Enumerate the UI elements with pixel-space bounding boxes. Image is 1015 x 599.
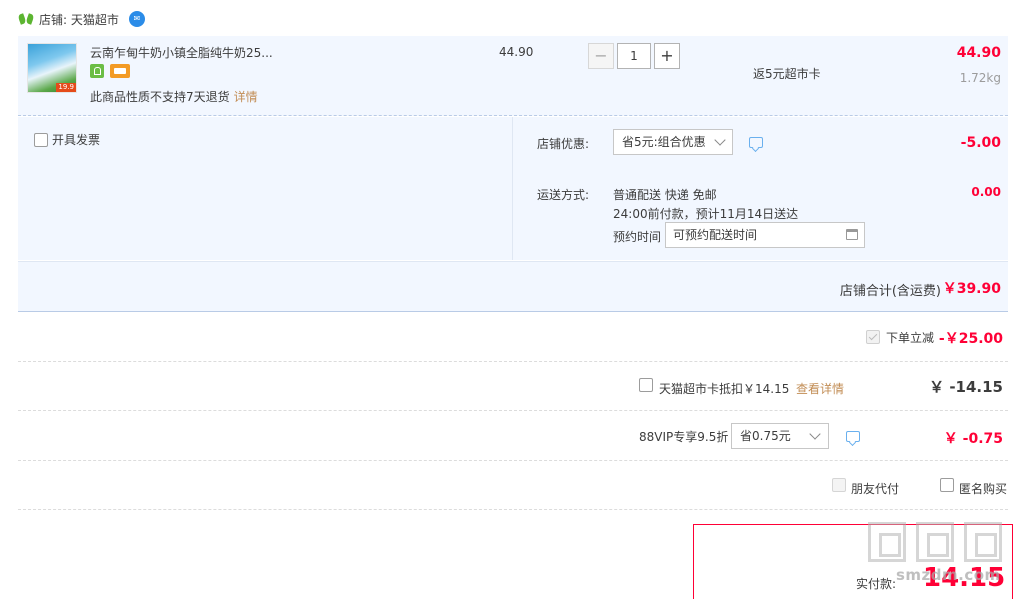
- wangwang-chat-icon[interactable]: ✉: [128, 11, 145, 27]
- row-divider: [18, 410, 1008, 411]
- thumb-price-tag: 19.9: [56, 83, 76, 92]
- shipping-method-text: 普通配送 快递 免邮: [613, 188, 717, 202]
- watermark-glyph: [964, 522, 1002, 562]
- watermark-text: smzdm.com: [896, 566, 1001, 584]
- store-discount-select[interactable]: 省5元:组合优惠: [613, 129, 733, 155]
- shipping-eta-text: 24:00前付款，预计11月14日送达: [613, 207, 799, 221]
- row-divider: [18, 361, 1008, 362]
- comment-bubble-icon[interactable]: [749, 137, 763, 148]
- quantity-increase-button[interactable]: +: [654, 43, 680, 69]
- return-policy-note: 此商品性质不支持7天退货 详情: [90, 88, 258, 105]
- anonymous-purchase-checkbox[interactable]: [940, 478, 954, 492]
- vip-discount-select[interactable]: 省0.75元: [731, 423, 829, 449]
- options-divider: [512, 117, 513, 260]
- reserve-time-label: 预约时间: [613, 230, 662, 244]
- instant-discount-amount: -￥25.00: [938, 331, 1003, 347]
- friend-pay-label: 朋友代付: [851, 482, 900, 496]
- store-discount-amount: -5.00: [960, 135, 1001, 151]
- invoice-label: 开具发票: [52, 133, 101, 147]
- unit-price: 44.90: [499, 45, 534, 59]
- quantity-decrease-button[interactable]: −: [588, 43, 614, 69]
- reserve-time-placeholder: 可预约配送时间: [673, 228, 758, 242]
- store-header: 店铺: 天猫超市 ✉: [19, 10, 145, 28]
- return-policy-detail-link[interactable]: 详情: [234, 90, 258, 104]
- reserve-time-input[interactable]: 可预约配送时间: [665, 222, 865, 248]
- watermark-glyph: [916, 522, 954, 562]
- quantity-input[interactable]: 1: [617, 43, 651, 69]
- order-item-row: 19.9 云南乍甸牛奶小镇全脂纯牛奶25... 此商品性质不支持7天退货 详情 4…: [18, 36, 1008, 116]
- chevron-down-icon: [809, 428, 821, 440]
- return-policy-text: 此商品性质不支持7天退货: [90, 90, 230, 104]
- comment-bubble-icon[interactable]: [846, 431, 860, 442]
- supermarket-card-amount: ￥ -14.15: [929, 378, 1003, 396]
- store-discount-label: 店铺优惠:: [537, 137, 590, 151]
- supermarket-card-label: 天猫超市卡抵扣￥14.15: [659, 382, 790, 396]
- quantity-stepper: − 1 +: [588, 43, 680, 69]
- store-total-label: 店铺合计(含运费): [839, 284, 941, 299]
- instant-discount-checkbox[interactable]: [866, 330, 880, 344]
- anonymous-purchase-label: 匿名购买: [959, 482, 1008, 496]
- supermarket-card-detail-link[interactable]: 查看详情: [796, 380, 844, 397]
- vip-discount-amount: ￥ -0.75: [943, 431, 1003, 447]
- row-divider: [18, 460, 1008, 461]
- instant-discount-label: 下单立减: [886, 331, 935, 345]
- store-total-amount: ￥39.90: [942, 281, 1001, 297]
- watermark-glyph: [868, 522, 906, 562]
- vip-discount-value: 省0.75元: [740, 429, 791, 443]
- shipping-amount: 0.00: [971, 185, 1001, 199]
- store-discount-value: 省5元:组合优惠: [622, 135, 706, 149]
- card-payment-icon[interactable]: [110, 64, 130, 78]
- vip-discount-label: 88VIP专享9.5折: [639, 430, 729, 444]
- row-divider: [18, 509, 1008, 510]
- tmall-store-icon: [19, 14, 33, 24]
- supermarket-card-checkbox[interactable]: [639, 378, 653, 392]
- item-total-price: 44.90: [956, 45, 1001, 61]
- invoice-option[interactable]: 开具发票: [34, 131, 100, 148]
- chevron-down-icon: [714, 134, 726, 146]
- item-thumbnail[interactable]: 19.9: [27, 43, 77, 93]
- friend-pay-checkbox[interactable]: [832, 478, 846, 492]
- store-name[interactable]: 店铺: 天猫超市: [39, 11, 119, 28]
- invoice-checkbox[interactable]: [34, 132, 48, 147]
- store-total-row: 店铺合计(含运费) ￥39.90: [18, 261, 1008, 312]
- shipping-method-label: 运送方式:: [537, 188, 590, 202]
- calendar-icon[interactable]: [846, 229, 858, 240]
- rebate-note: 返5元超市卡: [753, 67, 821, 81]
- item-weight: 1.72kg: [959, 71, 1001, 85]
- service-guarantee-icon[interactable]: [90, 64, 104, 78]
- item-title-link[interactable]: 云南乍甸牛奶小镇全脂纯牛奶25...: [90, 44, 273, 61]
- order-options-panel: 开具发票 店铺优惠: 省5元:组合优惠 -5.00 运送方式: 普通配送 快递 …: [18, 117, 1008, 260]
